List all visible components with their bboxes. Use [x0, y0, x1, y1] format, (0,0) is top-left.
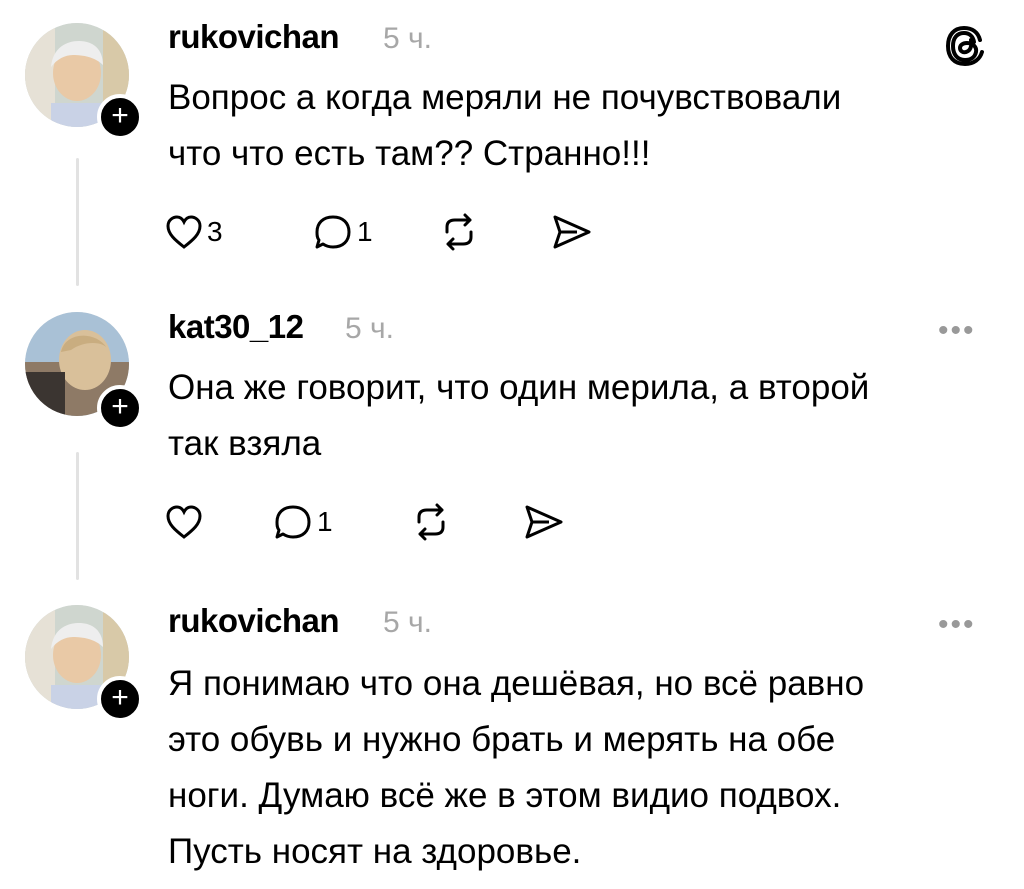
send-icon: [525, 505, 563, 539]
send-icon: [553, 215, 591, 249]
post-3: + rukovichan 5 ч. ••• Я понимаю что она …: [0, 600, 1024, 889]
follow-button[interactable]: +: [97, 676, 143, 722]
text-line: Вопрос а когда меряли не почувствовали: [168, 78, 842, 117]
more-options-button[interactable]: •••: [938, 608, 976, 642]
username[interactable]: rukovichan: [168, 18, 340, 56]
like-button[interactable]: [165, 502, 207, 542]
reply-count: 1: [357, 216, 373, 247]
follow-button[interactable]: +: [97, 94, 143, 140]
thread-line: [76, 158, 79, 286]
repost-button[interactable]: [411, 502, 451, 542]
share-button[interactable]: [523, 502, 565, 542]
text-line: Я понимаю что она дешёвая, но всё равно: [168, 664, 865, 703]
follow-button[interactable]: +: [97, 385, 143, 431]
username[interactable]: kat30_12: [168, 308, 304, 346]
share-button[interactable]: [551, 212, 593, 252]
comment-icon: [315, 215, 351, 249]
repost-icon: [417, 503, 445, 541]
like-button[interactable]: 3: [165, 212, 223, 252]
post-time: 5 ч.: [383, 606, 432, 639]
post-time: 5 ч.: [383, 22, 432, 55]
post-text: Она же говорит, что один мерила, а второ…: [168, 360, 988, 472]
post-time: 5 ч.: [345, 312, 394, 345]
post-actions: 3 1: [165, 212, 625, 252]
text-line: Пусть носят на здоровье.: [168, 832, 582, 871]
text-line: так взяла: [168, 424, 322, 463]
like-count: 3: [207, 216, 223, 247]
post-text: Вопрос а когда меряли не почувствовали ч…: [168, 70, 988, 182]
post-text: Я понимаю что она дешёвая, но всё равно …: [168, 656, 988, 880]
text-line: что что есть там?? Странно!!!: [168, 134, 651, 173]
more-options-button[interactable]: •••: [938, 314, 976, 348]
post-actions: 1: [165, 502, 605, 542]
reply-button[interactable]: 1: [313, 212, 373, 252]
heart-icon: [166, 505, 202, 539]
username[interactable]: rukovichan: [168, 602, 340, 640]
post-2: + kat30_12 5 ч. ••• Она же говорит, что …: [0, 300, 1024, 600]
text-line: ноги. Думаю всё же в этом видио подвох.: [168, 776, 842, 815]
heart-icon: [166, 215, 202, 249]
text-line: это обувь и нужно брать и мерять на обе: [168, 720, 836, 759]
thread-line: [76, 452, 79, 580]
reply-count: 1: [317, 506, 333, 537]
reply-button[interactable]: 1: [273, 502, 333, 542]
text-line: Она же говорит, что один мерила, а второ…: [168, 368, 870, 407]
repost-button[interactable]: [439, 212, 479, 252]
repost-icon: [445, 213, 473, 251]
post-1: + rukovichan 5 ч. Вопрос а когда меряли …: [0, 0, 1024, 300]
comment-icon: [275, 505, 311, 539]
